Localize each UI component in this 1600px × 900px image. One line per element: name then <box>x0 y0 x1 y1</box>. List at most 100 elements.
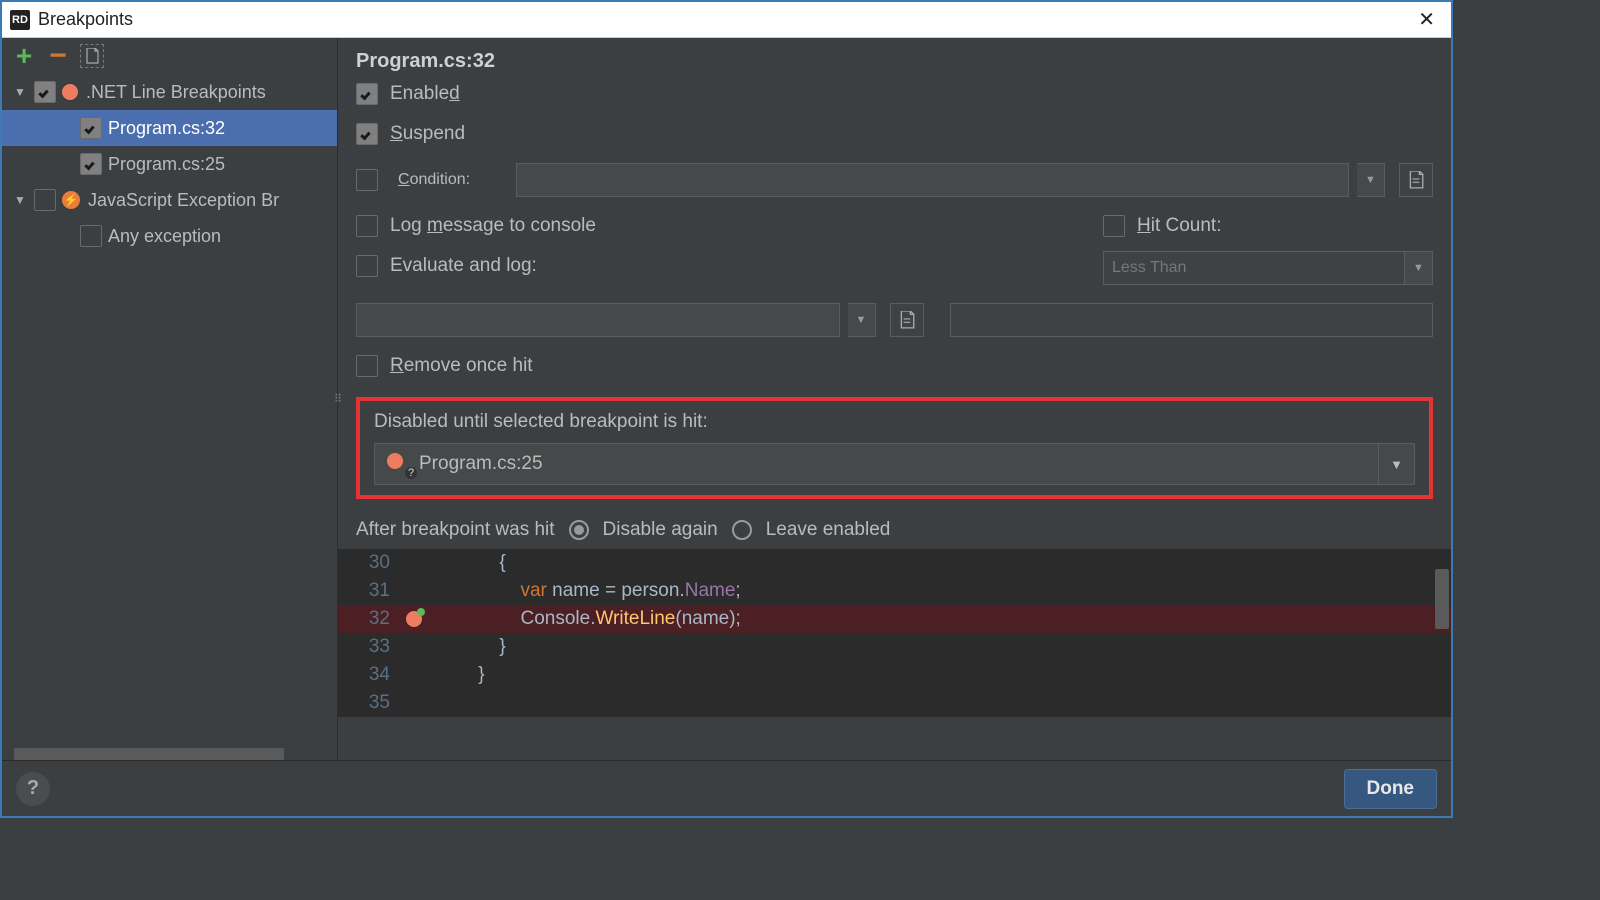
radio-leave-enabled-label: Leave enabled <box>766 519 891 541</box>
tree-item-program-32[interactable]: Program.cs:32 <box>2 110 337 146</box>
evaluate-expression-row: ▼ <box>356 303 1433 337</box>
titlebar: RD Breakpoints ✕ <box>2 2 1451 38</box>
code-line: 30 { <box>338 549 1451 577</box>
group-checkbox[interactable] <box>34 81 56 103</box>
log-message-row: Log message to console <box>356 215 596 237</box>
item-checkbox[interactable] <box>80 117 102 139</box>
evaluate-history-dropdown[interactable]: ▼ <box>848 303 876 337</box>
enabled-checkbox[interactable] <box>356 83 378 105</box>
app-icon: RD <box>10 10 30 30</box>
tree-item-label: Program.cs:32 <box>108 118 225 139</box>
tree-toolbar: + − <box>2 38 337 74</box>
tree-group-js-exception[interactable]: ▼ JavaScript Exception Br <box>2 182 337 218</box>
breakpoint-gutter-icon[interactable] <box>406 611 422 627</box>
horizontal-scrollbar[interactable] <box>14 748 284 760</box>
condition-row: Condition: ▼ <box>356 163 1433 197</box>
condition-label: Condition: <box>398 171 508 189</box>
log-message-label: Log message to console <box>390 215 596 237</box>
code-line: 32 Console.WriteLine(name); <box>338 605 1451 633</box>
evaluate-log-checkbox[interactable] <box>356 255 378 277</box>
tree-group-label: JavaScript Exception Br <box>88 190 279 211</box>
line-number: 32 <box>338 608 400 630</box>
radio-disable-again-label: Disable again <box>603 519 718 541</box>
window-title: Breakpoints <box>38 9 1410 30</box>
line-number: 34 <box>338 664 400 686</box>
evaluate-expand-button[interactable] <box>890 303 924 337</box>
conditional-badge-icon: ? <box>405 467 417 479</box>
code-line: 33 } <box>338 633 1451 661</box>
hit-count-operator-select[interactable] <box>1103 251 1405 285</box>
gutter[interactable] <box>400 611 436 627</box>
remove-breakpoint-button[interactable]: − <box>46 44 70 68</box>
code-text: Console.WriteLine(name); <box>436 608 741 630</box>
line-number: 33 <box>338 636 400 658</box>
expand-icon[interactable]: ▼ <box>14 193 30 207</box>
after-hit-row: After breakpoint was hit Disable again L… <box>356 519 1433 541</box>
breakpoint-dot-icon <box>62 84 78 100</box>
hit-count-label: Hit Count: <box>1137 215 1222 237</box>
code-text: } <box>436 664 485 686</box>
breakpoints-tree[interactable]: ▼ .NET Line Breakpoints Program.cs:32 Pr… <box>2 74 337 760</box>
disabled-until-section: Disabled until selected breakpoint is hi… <box>356 397 1433 499</box>
code-preview: 30 {31 var name = person.Name;32 Console… <box>338 549 1451 717</box>
suspend-checkbox[interactable] <box>356 123 378 145</box>
condition-input[interactable] <box>516 163 1349 197</box>
tree-group-label: .NET Line Breakpoints <box>86 82 266 103</box>
group-checkbox[interactable] <box>34 189 56 211</box>
dialog-footer: ? Done <box>2 760 1451 816</box>
close-icon[interactable]: ✕ <box>1410 7 1443 32</box>
log-message-checkbox[interactable] <box>356 215 378 237</box>
remove-once-checkbox[interactable] <box>356 355 378 377</box>
code-line: 35 <box>338 689 1451 717</box>
condition-history-dropdown[interactable]: ▼ <box>1357 163 1385 197</box>
remove-once-label: Remove once hit <box>390 355 533 377</box>
hit-count-value-input[interactable] <box>950 303 1434 337</box>
condition-expand-button[interactable] <box>1399 163 1433 197</box>
line-number: 30 <box>338 552 400 574</box>
vertical-scrollbar[interactable] <box>1435 569 1449 629</box>
code-line: 31 var name = person.Name; <box>338 577 1451 605</box>
remove-once-row: Remove once hit <box>356 355 1433 377</box>
disabled-until-select[interactable]: ? Program.cs:25 ▼ <box>374 443 1415 485</box>
expand-icon[interactable]: ▼ <box>14 85 30 99</box>
hit-count-row: Hit Count: <box>1103 215 1433 237</box>
breakpoints-tree-pane: + − ▼ .NET Line Breakpoints Program.cs:3… <box>2 38 338 760</box>
after-hit-label: After breakpoint was hit <box>356 519 555 541</box>
disabled-until-value: Program.cs:25 <box>419 453 543 475</box>
line-number: 31 <box>338 580 400 602</box>
radio-disable-again[interactable] <box>569 520 589 540</box>
code-text: } <box>436 636 506 658</box>
enabled-label: Enabled <box>390 83 460 105</box>
exception-icon <box>62 191 80 209</box>
suspend-label: Suspend <box>390 123 465 145</box>
radio-leave-enabled[interactable] <box>732 520 752 540</box>
code-line: 34 } <box>338 661 1451 689</box>
item-checkbox[interactable] <box>80 225 102 247</box>
tree-item-label: Program.cs:25 <box>108 154 225 175</box>
chevron-down-icon[interactable]: ▼ <box>1379 443 1415 485</box>
group-by-button[interactable] <box>80 44 104 68</box>
breakpoint-details-pane: ⠿ Program.cs:32 Enabled Suspend Conditio… <box>338 38 1451 760</box>
code-text: var name = person.Name; <box>436 580 741 602</box>
tree-item-label: Any exception <box>108 226 221 247</box>
details-title: Program.cs:32 <box>338 38 1451 83</box>
line-number: 35 <box>338 692 400 714</box>
hit-count-checkbox[interactable] <box>1103 215 1125 237</box>
evaluate-log-label: Evaluate and log: <box>390 255 537 277</box>
done-button[interactable]: Done <box>1344 769 1438 809</box>
evaluate-expression-input[interactable] <box>356 303 840 337</box>
tree-item-any-exception[interactable]: Any exception <box>2 218 337 254</box>
disabled-until-label: Disabled until selected breakpoint is hi… <box>374 411 1415 433</box>
help-button[interactable]: ? <box>16 772 50 806</box>
tree-group-net-line[interactable]: ▼ .NET Line Breakpoints <box>2 74 337 110</box>
breakpoint-dot-icon <box>387 453 403 469</box>
condition-checkbox[interactable] <box>356 169 378 191</box>
item-checkbox[interactable] <box>80 153 102 175</box>
chevron-down-icon[interactable]: ▼ <box>1405 251 1433 285</box>
pane-resize-handle[interactable]: ⠿ <box>334 393 341 406</box>
code-text: { <box>436 552 506 574</box>
enabled-row: Enabled <box>356 83 1433 105</box>
tree-item-program-25[interactable]: Program.cs:25 <box>2 146 337 182</box>
add-breakpoint-button[interactable]: + <box>12 44 36 68</box>
suspend-row: Suspend <box>356 123 1433 145</box>
